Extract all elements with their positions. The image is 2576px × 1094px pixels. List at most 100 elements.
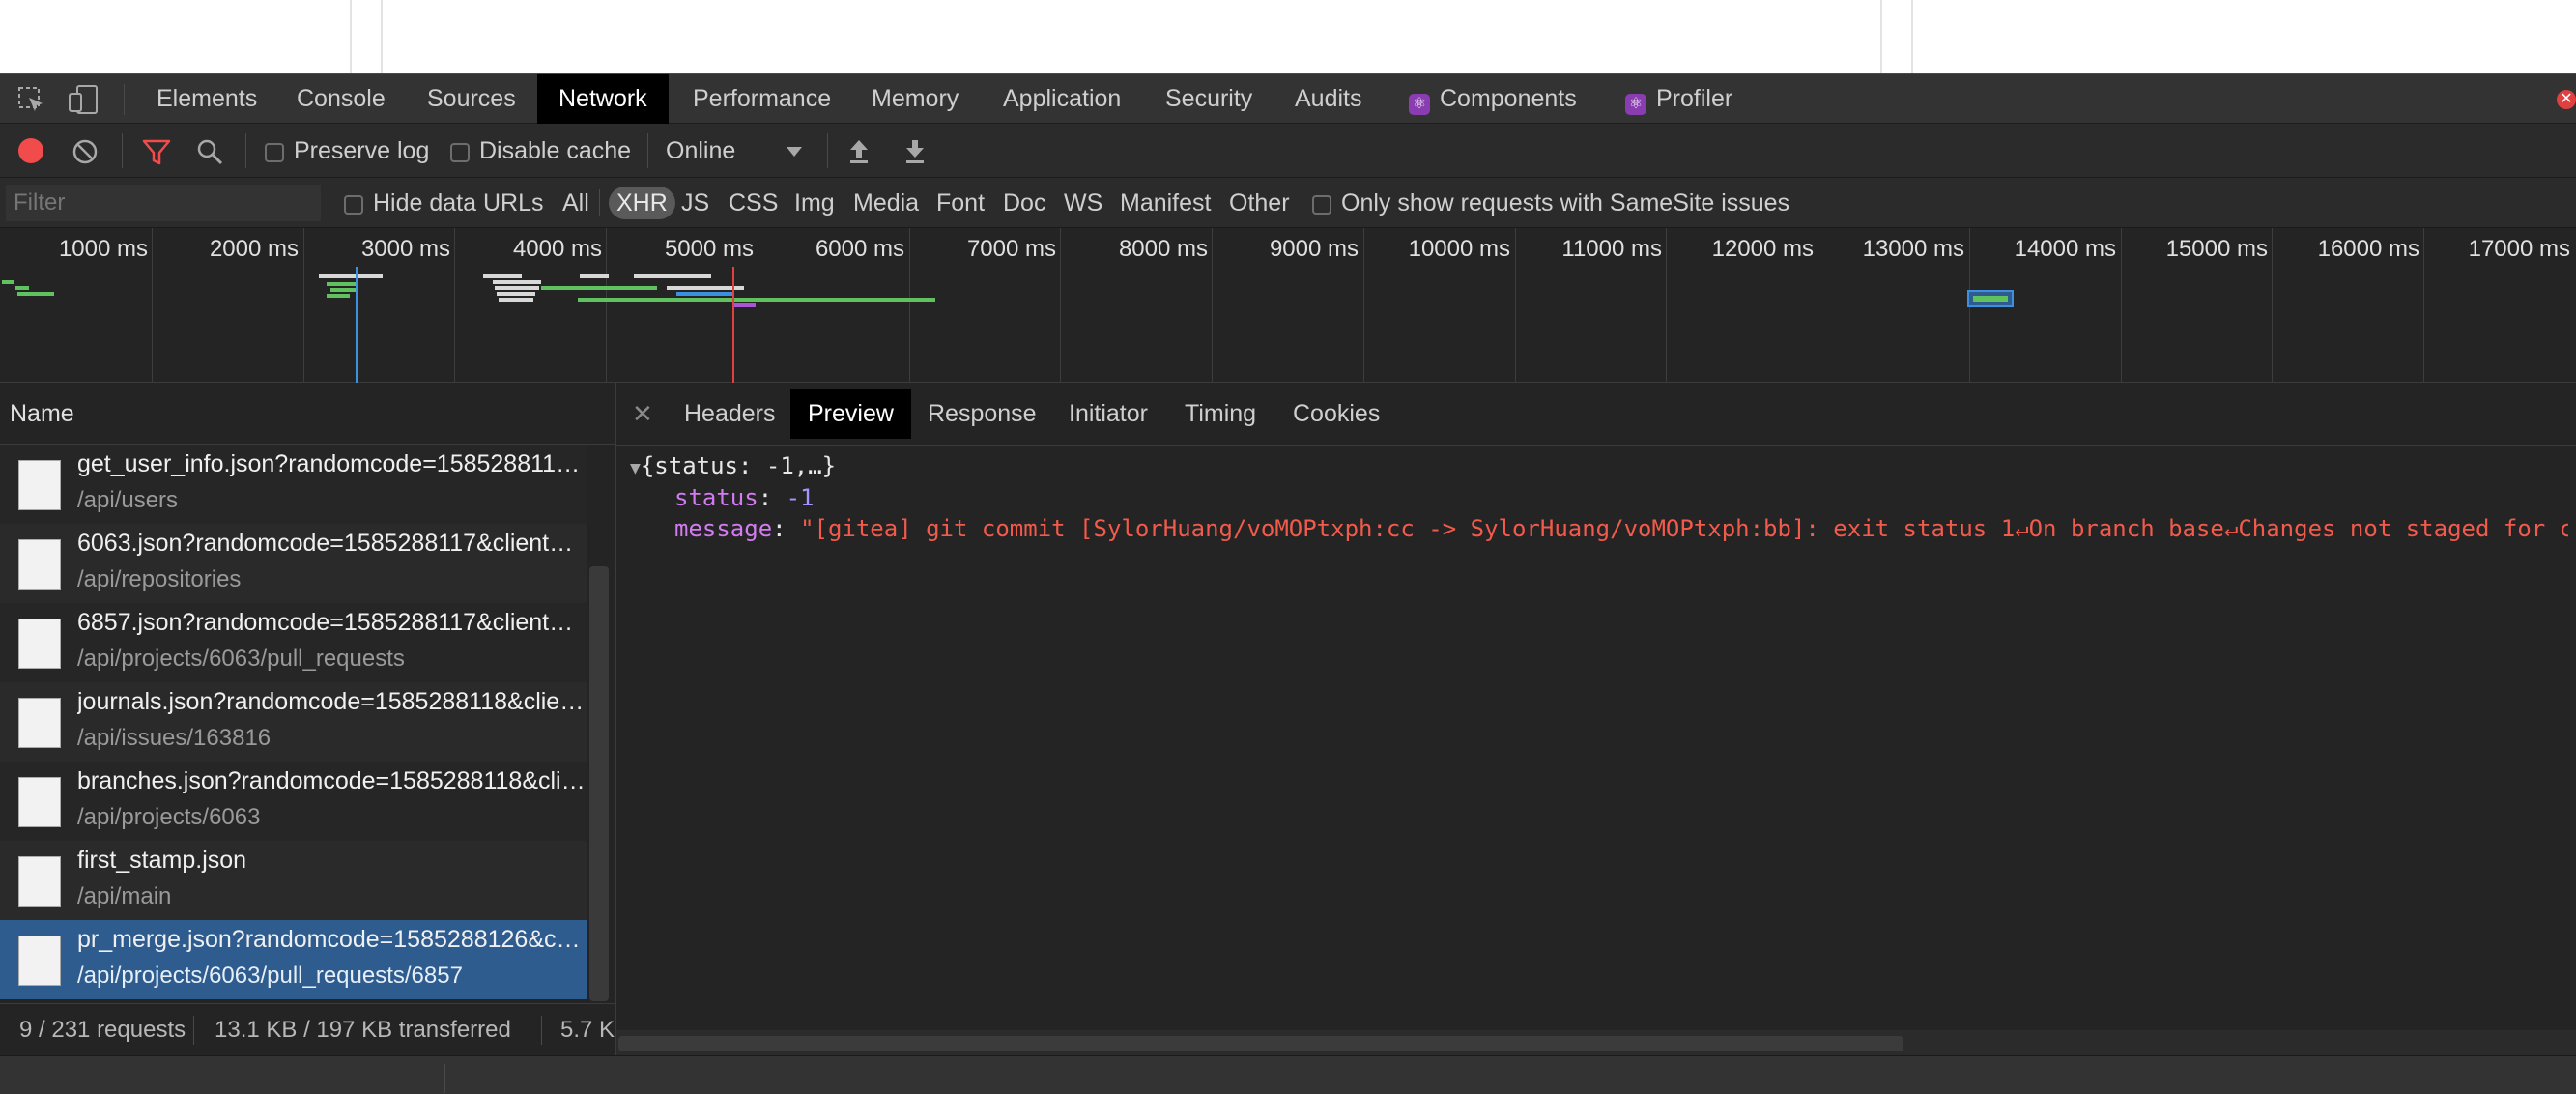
filter-icon[interactable] — [141, 137, 172, 166]
detail-tabbar: ✕ Headers Preview Response Initiator Tim… — [616, 383, 2576, 446]
tab-application[interactable]: Application — [982, 74, 1142, 124]
timeline-tick: 6000 ms — [815, 236, 904, 262]
waterfall-bar — [15, 286, 29, 290]
device-toolbar-icon[interactable] — [68, 84, 100, 115]
network-toolbar: Preserve log Disable cache Online — [0, 124, 2576, 178]
grid-line — [2272, 228, 2273, 383]
divider — [541, 1016, 542, 1045]
request-count: 9 / 231 requests — [19, 1017, 186, 1043]
tab-sources[interactable]: Sources — [406, 74, 537, 124]
file-icon — [18, 777, 61, 827]
waterfall-bar — [327, 294, 350, 298]
filter-type-img[interactable]: Img — [794, 178, 835, 228]
timeline-tick: 11000 ms — [1561, 236, 1662, 262]
timeline-tick: 7000 ms — [966, 236, 1056, 262]
tab-console[interactable]: Console — [275, 74, 407, 124]
hide-data-urls-checkbox[interactable]: Hide data URLs — [344, 178, 543, 228]
request-row[interactable]: 6857.json?randomcode=1585288117&client_k… — [0, 603, 587, 682]
json-root-node[interactable]: ▼{status: -1,…} — [630, 452, 836, 479]
tab-memory[interactable]: Memory — [850, 74, 980, 124]
tab-security[interactable]: Security — [1144, 74, 1274, 124]
waterfall-bar — [327, 282, 358, 286]
filter-type-manifest[interactable]: Manifest — [1120, 178, 1211, 228]
tab-components[interactable]: ⚛ Components — [1388, 74, 1598, 124]
tab-timing[interactable]: Timing — [1167, 389, 1274, 439]
request-name: journals.json?randomcode=1585288118&clie… — [77, 688, 586, 715]
timeline-tick: 9000 ms — [1269, 236, 1359, 262]
tab-cookies[interactable]: Cookies — [1275, 389, 1397, 439]
request-row[interactable]: branches.json?randomcode=1585288118&clie… — [0, 762, 587, 841]
tab-preview[interactable]: Preview — [790, 389, 911, 439]
timeline-tick: 12000 ms — [1711, 236, 1814, 262]
request-list-scrollbar[interactable] — [589, 566, 609, 1001]
file-icon — [18, 619, 61, 669]
request-name: branches.json?randomcode=1585288118&clie… — [77, 767, 586, 794]
request-name: pr_merge.json?randomcode=1585288126&clie… — [77, 926, 586, 953]
request-row[interactable]: 6063.json?randomcode=1585288117&client_k… — [0, 524, 587, 603]
filter-type-js[interactable]: JS — [681, 178, 709, 228]
waterfall-bar — [483, 274, 522, 278]
filter-input[interactable] — [6, 185, 321, 221]
samesite-checkbox[interactable]: Only show requests with SameSite issues — [1312, 178, 1789, 228]
disable-cache-checkbox[interactable]: Disable cache — [450, 124, 631, 178]
file-icon — [18, 698, 61, 748]
waterfall-bar — [541, 286, 657, 290]
chevron-down-icon[interactable] — [785, 145, 804, 158]
timeline-tick: 1000 ms — [58, 236, 148, 262]
request-row-selected[interactable]: pr_merge.json?randomcode=1585288126&clie… — [0, 920, 587, 999]
tab-network[interactable]: Network — [537, 74, 669, 124]
preview-horizontal-scrollbar[interactable] — [618, 1036, 1903, 1051]
import-har-icon[interactable] — [846, 137, 872, 164]
filter-type-css[interactable]: CSS — [729, 178, 778, 228]
filter-type-doc[interactable]: Doc — [1003, 178, 1045, 228]
filter-type-all[interactable]: All — [562, 178, 589, 228]
inspect-element-icon[interactable] — [17, 86, 46, 115]
error-count-icon[interactable]: ✕ — [2557, 90, 2576, 109]
tab-profiler[interactable]: ⚛ Profiler — [1604, 74, 1754, 124]
request-path: /api/main — [77, 883, 172, 909]
filter-type-ws[interactable]: WS — [1064, 178, 1102, 228]
tab-initiator[interactable]: Initiator — [1051, 389, 1165, 439]
timeline-tick: 2000 ms — [209, 236, 299, 262]
divider — [599, 189, 600, 216]
preserve-log-checkbox[interactable]: Preserve log — [265, 124, 429, 178]
tab-response[interactable]: Response — [910, 389, 1054, 439]
checkbox-icon — [450, 143, 470, 162]
waterfall-bar — [330, 288, 358, 292]
grid-line — [2423, 228, 2424, 383]
filter-type-other[interactable]: Other — [1229, 178, 1290, 228]
request-row[interactable]: get_user_info.json?randomcode=1585288116… — [0, 445, 587, 524]
network-status-bar: 9 / 231 requests 13.1 KB / 197 KB transf… — [0, 1003, 615, 1056]
react-icon: ⚛ — [1625, 94, 1646, 115]
react-icon: ⚛ — [1409, 94, 1430, 115]
request-row[interactable]: journals.json?randomcode=1585288118&clie… — [0, 682, 587, 762]
divider — [245, 133, 246, 168]
waterfall-bar — [634, 274, 711, 278]
request-row[interactable]: first_stamp.json /api/main — [0, 841, 587, 920]
tab-audits[interactable]: Audits — [1274, 74, 1383, 124]
divider — [193, 1016, 194, 1045]
filter-type-font[interactable]: Font — [936, 178, 985, 228]
grid-line — [909, 228, 910, 383]
filter-type-xhr[interactable]: XHR — [609, 187, 675, 219]
export-har-icon[interactable] — [902, 137, 928, 164]
timeline-overview[interactable]: 1000 ms 2000 ms 3000 ms 4000 ms 5000 ms … — [0, 228, 2576, 383]
grid-line — [1666, 228, 1667, 383]
close-icon[interactable]: ✕ — [632, 389, 653, 439]
record-button[interactable] — [18, 138, 43, 163]
divider — [827, 133, 828, 168]
page-divider — [381, 0, 383, 73]
page-divider — [1911, 0, 1913, 73]
timeline-tick: 3000 ms — [360, 236, 450, 262]
tab-performance[interactable]: Performance — [672, 74, 852, 124]
name-column-header[interactable]: Name — [0, 383, 615, 445]
clear-icon[interactable] — [72, 138, 99, 165]
filter-type-media[interactable]: Media — [853, 178, 919, 228]
request-list-pane: Name get_user_info.json?randomcode=15852… — [0, 383, 616, 1055]
search-icon[interactable] — [195, 137, 224, 166]
tab-headers[interactable]: Headers — [667, 389, 793, 439]
request-path: /api/issues/163816 — [77, 725, 272, 751]
throttle-select[interactable]: Online — [666, 124, 735, 178]
tab-elements[interactable]: Elements — [135, 74, 278, 124]
waterfall-bar — [578, 298, 935, 302]
